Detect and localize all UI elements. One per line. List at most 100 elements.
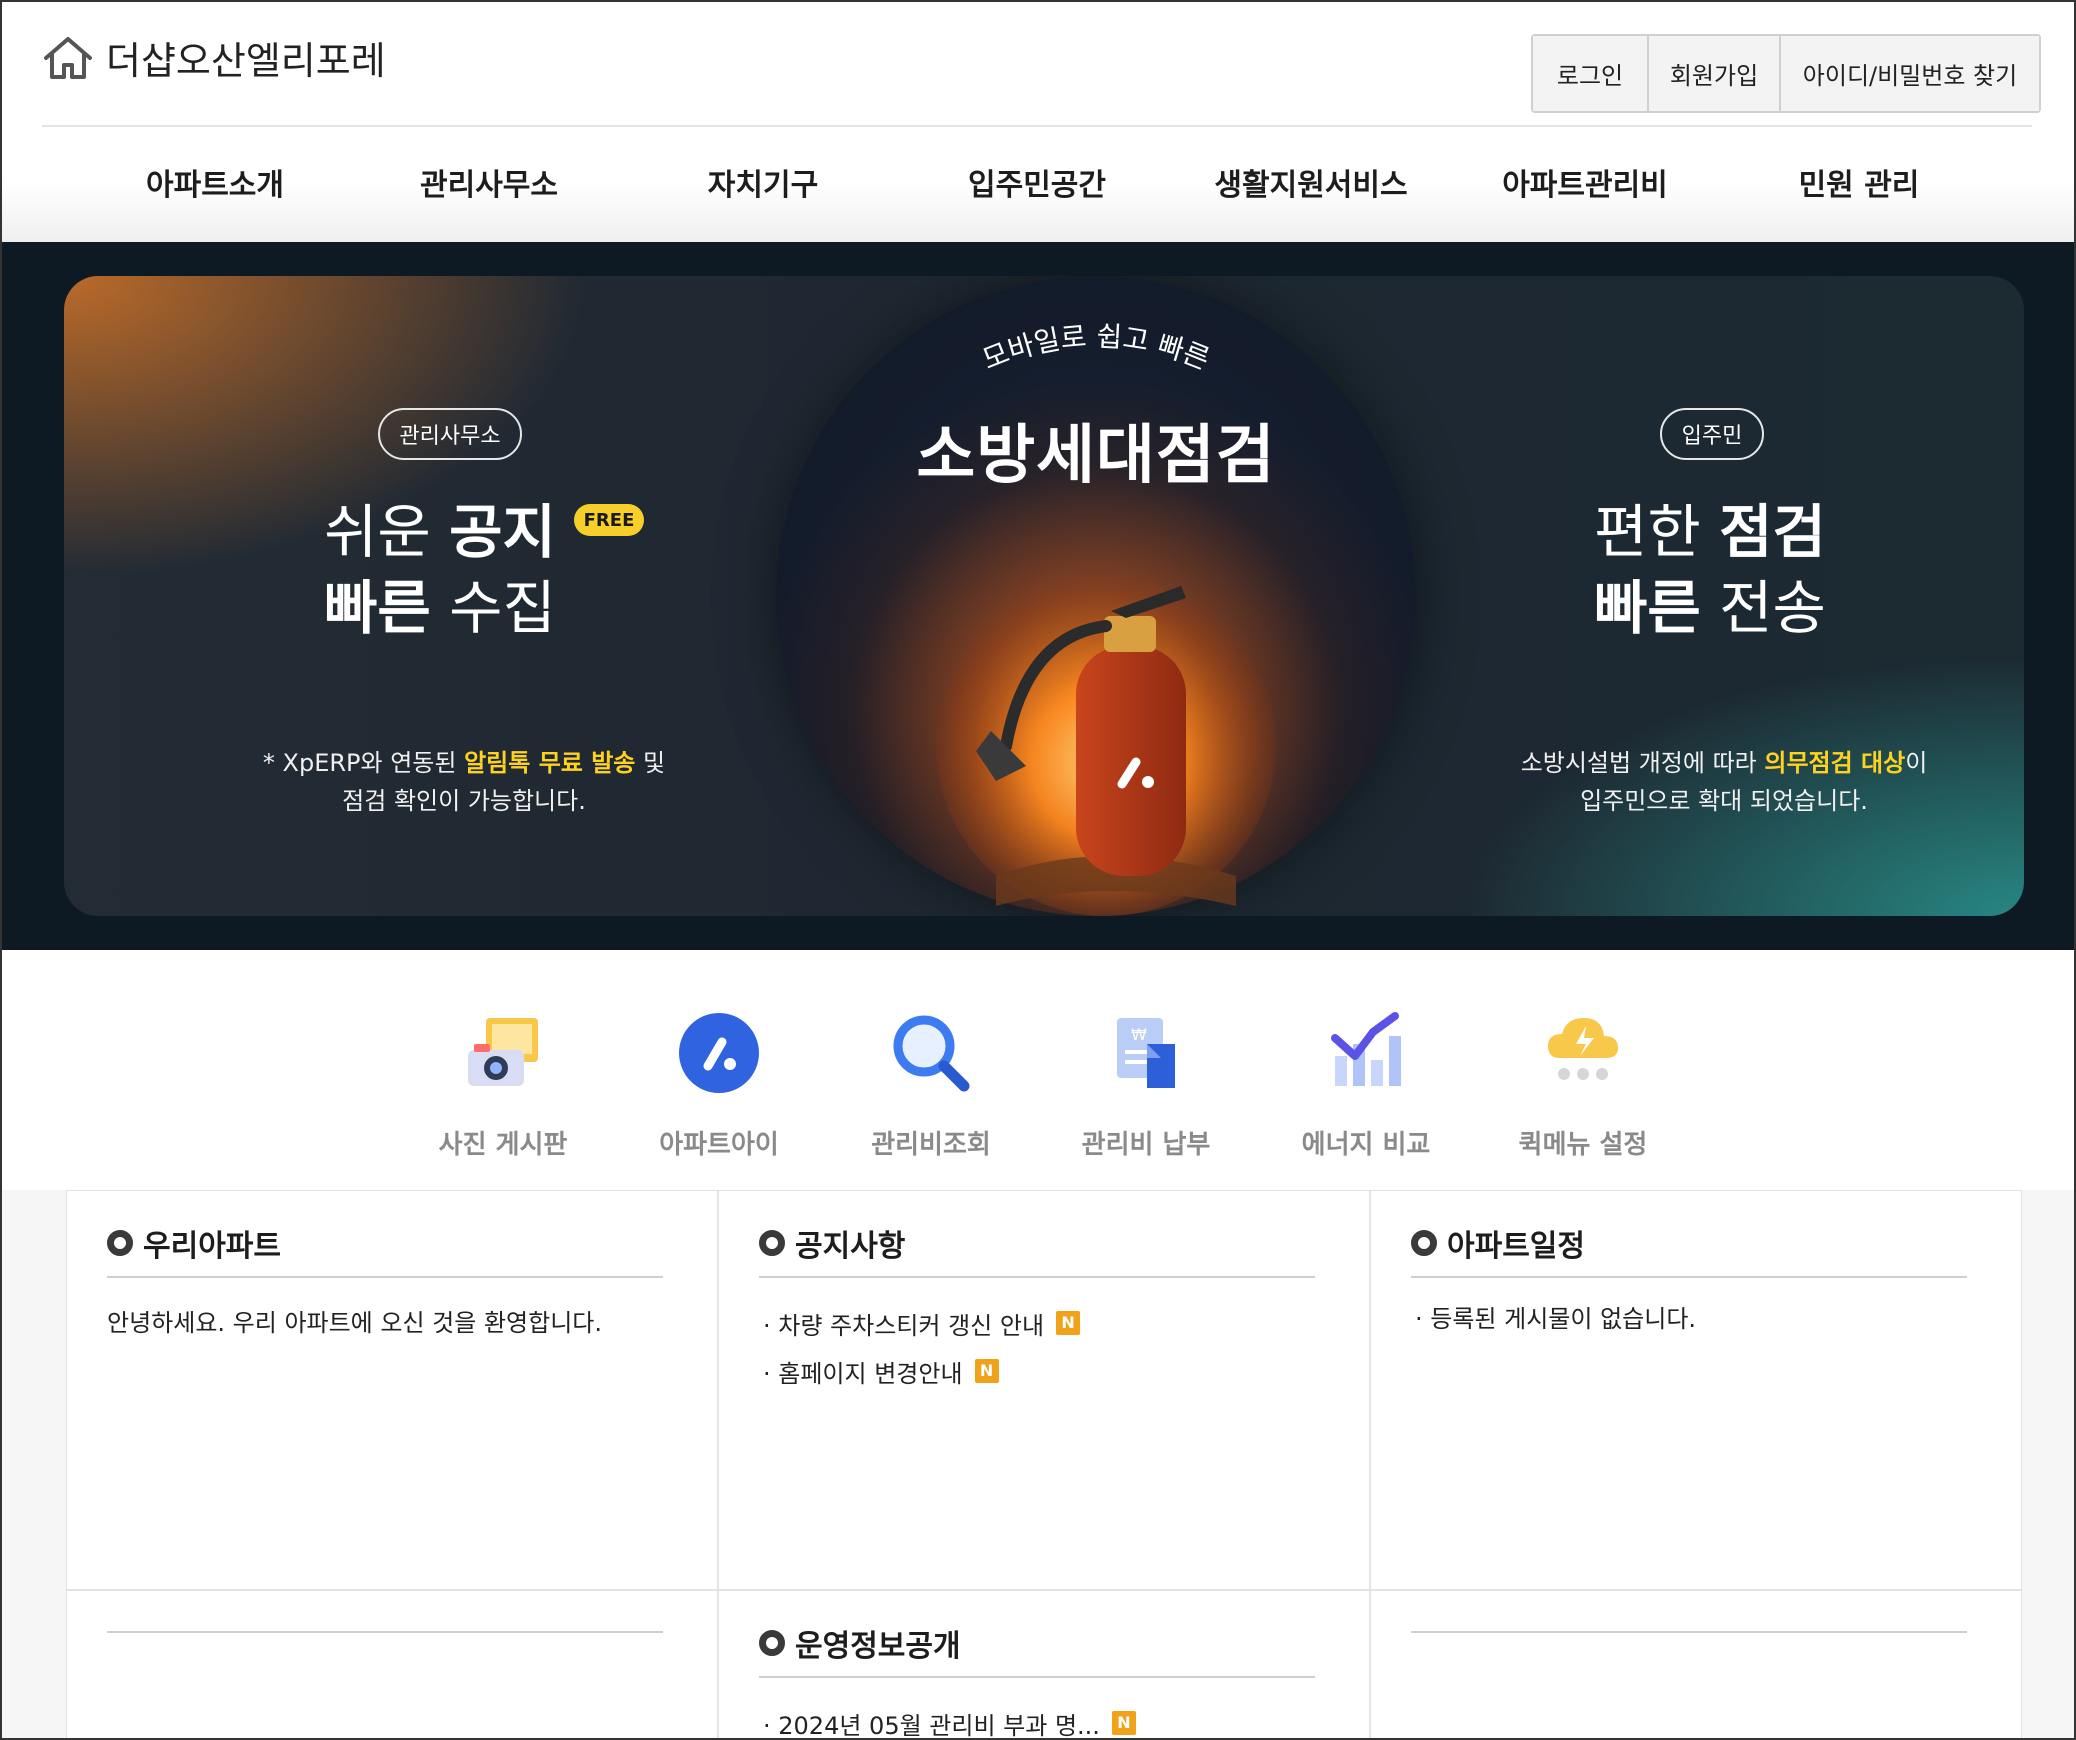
find-account-button[interactable]: 아이디/비밀번호 찾기: [1781, 36, 2039, 111]
left-description: * XpERP와 연동된 알림톡 무료 발송 및 점검 확인이 가능합니다.: [224, 744, 704, 820]
notice-item-text: · 차량 주차스티커 갱신 안내: [763, 1311, 1045, 1340]
quick-label: 사진 게시판: [438, 1130, 568, 1160]
notice-list: · 차량 주차스티커 갱신 안내 N · 홈페이지 변경안내 N: [763, 1299, 1081, 1395]
quick-fee-payment[interactable]: ₩ 관리비 납부: [1051, 1008, 1241, 1161]
left-headline-light-2: 수집: [430, 574, 556, 642]
new-badge: N: [974, 1359, 999, 1383]
login-button[interactable]: 로그인: [1533, 36, 1649, 111]
notice-item-text: · 홈페이지 변경안내: [763, 1359, 963, 1388]
left-headline-bold-2: 빠른: [324, 574, 431, 642]
left-desc-line2: 점검 확인이 가능합니다.: [342, 787, 586, 815]
hero-banner[interactable]: 관리사무소 쉬운 공지 빠른 수집 FREE * XpERP와 연동된 알림톡 …: [64, 276, 2024, 916]
quick-aptai[interactable]: 아파트아이: [624, 1008, 814, 1161]
right-headline-bold-2: 빠른: [1594, 574, 1701, 642]
office-pill: 관리사무소: [378, 408, 522, 460]
our-apt-title[interactable]: 우리아파트: [107, 1221, 281, 1265]
new-badge: N: [1111, 1711, 1136, 1735]
left-headline-bold-1: 공지: [449, 498, 556, 566]
center-title: 소방세대점검: [916, 419, 1276, 493]
panel-divider: [1411, 1276, 1967, 1278]
bottom-right-panel: [1370, 1590, 2022, 1740]
panel-divider: [759, 1676, 1315, 1678]
schedule-empty-text: · 등록된 게시물이 없습니다.: [1415, 1305, 1697, 1333]
auth-button-group: 로그인 회원가입 아이디/비밀번호 찾기: [1531, 34, 2041, 113]
signup-button[interactable]: 회원가입: [1649, 36, 1781, 111]
nav-item-apt-intro[interactable]: 아파트소개: [85, 150, 345, 222]
schedule-panel: 아파트일정 · 등록된 게시물이 없습니다.: [1370, 1190, 2022, 1590]
panel-divider: [107, 1276, 663, 1278]
new-badge: N: [1056, 1311, 1081, 1335]
bill-payment-icon: ₩: [1117, 1018, 1175, 1088]
disclosure-item-text: · 2024년 05월 관리비 부과 명...: [763, 1711, 1100, 1740]
right-desc-suffix: 이: [1905, 749, 1928, 777]
right-headline-bold-1: 점검: [1719, 498, 1826, 566]
cloud-settings-icon: [1548, 1018, 1618, 1080]
schedule-title[interactable]: 아파트일정: [1411, 1221, 1585, 1265]
nav-item-fees[interactable]: 아파트관리비: [1455, 150, 1715, 222]
panel-divider: [1411, 1631, 1967, 1633]
camera-photo-icon: [468, 1018, 538, 1086]
quick-menu: 사진 게시판 아파트아이 관리비조회 ₩ 관리비 납부 에너지 비교 퀵메뉴 설…: [0, 950, 2076, 1190]
nav-item-office[interactable]: 관리사무소: [359, 150, 619, 222]
left-desc-suffix: 및: [635, 749, 666, 777]
right-desc-highlight: 의무점검 대상: [1764, 749, 1906, 777]
quick-label: 관리비 납부: [1081, 1130, 1211, 1160]
disclosure-title-text: 운영정보공개: [795, 1629, 961, 1664]
quick-fee-lookup[interactable]: 관리비조회: [836, 1008, 1026, 1161]
site-logo[interactable]: 더샵오산엘리포레: [42, 30, 386, 85]
home-icon: [44, 36, 92, 79]
bullet-icon: [759, 1630, 785, 1656]
content-area: 우리아파트 안녕하세요. 우리 아파트에 오신 것을 환영합니다. 공지사항 ·…: [0, 1190, 2076, 1740]
right-desc-line2: 입주민으로 확대 되었습니다.: [1580, 787, 1868, 815]
right-headline-light-1: 편한: [1594, 498, 1720, 566]
right-desc-prefix: 소방시설법 개정에 따라: [1520, 749, 1765, 777]
bullet-icon: [1411, 1230, 1437, 1256]
svg-text:₩: ₩: [1131, 1025, 1147, 1044]
quick-label: 에너지 비교: [1301, 1130, 1431, 1160]
quick-label: 관리비조회: [871, 1130, 991, 1160]
quick-label: 퀵메뉴 설정: [1518, 1130, 1648, 1160]
center-circle: 모바일로 쉽고 빠른 소방세대점검: [776, 276, 1416, 916]
nav-item-residents[interactable]: 입주민공간: [907, 150, 1167, 222]
quick-menu-settings[interactable]: 퀵메뉴 설정: [1488, 1008, 1678, 1161]
our-apt-title-text: 우리아파트: [143, 1229, 281, 1264]
notice-panel: 공지사항 · 차량 주차스티커 갱신 안내 N · 홈페이지 변경안내 N: [718, 1190, 1370, 1590]
magnifier-icon: [893, 1015, 970, 1092]
bullet-icon: [759, 1230, 785, 1256]
bottom-left-panel: [66, 1590, 718, 1740]
quick-energy-compare[interactable]: 에너지 비교: [1271, 1008, 1461, 1161]
notice-title[interactable]: 공지사항: [759, 1221, 905, 1265]
right-description: 소방시설법 개정에 따라 의무점검 대상이 입주민으로 확대 되었습니다.: [1474, 744, 1974, 820]
svg-text:모바일로 쉽고 빠른: 모바일로 쉽고 빠른: [978, 320, 1214, 377]
header-divider: [42, 125, 2032, 127]
quick-label: 아파트아이: [659, 1130, 779, 1160]
nav-item-life-support[interactable]: 생활지원서비스: [1181, 150, 1441, 222]
resident-pill: 입주민: [1660, 408, 1764, 460]
right-headline: 편한 점검 빠른 전송: [1594, 494, 1854, 646]
aptai-logo-icon: [679, 1013, 759, 1093]
left-headline-light-1: 쉬운: [324, 498, 450, 566]
left-desc-prefix: * XpERP와 연동된: [262, 749, 465, 777]
site-title: 더샵오산엘리포레: [106, 39, 386, 83]
schedule-title-text: 아파트일정: [1447, 1229, 1585, 1264]
left-desc-highlight: 알림톡 무료 발송: [464, 749, 636, 777]
bullet-icon: [107, 1230, 133, 1256]
quick-photo-board[interactable]: 사진 게시판: [408, 1008, 598, 1161]
our-apt-panel: 우리아파트 안녕하세요. 우리 아파트에 오신 것을 환영합니다.: [66, 1190, 718, 1590]
notice-title-text: 공지사항: [795, 1229, 906, 1264]
main-nav: 아파트소개 관리사무소 자치기구 입주민공간 생활지원서비스 아파트관리비 민원…: [0, 150, 2076, 222]
list-item[interactable]: · 2024년 05월 관리비 부과 명... N: [763, 1699, 1136, 1740]
energy-chart-icon: [1331, 1012, 1401, 1086]
disclosure-title[interactable]: 운영정보공개: [759, 1621, 961, 1665]
list-item[interactable]: · 차량 주차스티커 갱신 안내 N: [763, 1299, 1081, 1347]
free-badge: FREE: [574, 504, 644, 536]
fire-extinguisher-icon: [936, 576, 1276, 916]
nav-item-council[interactable]: 자치기구: [633, 150, 893, 222]
disclosure-panel: 운영정보공개 · 2024년 05월 관리비 부과 명... N: [718, 1590, 1370, 1740]
nav-item-complaints[interactable]: 민원 관리: [1729, 150, 1989, 222]
panel-divider: [759, 1276, 1315, 1278]
our-apt-text: 안녕하세요. 우리 아파트에 오신 것을 환영합니다.: [107, 1309, 603, 1337]
hero-banner-section: 관리사무소 쉬운 공지 빠른 수집 FREE * XpERP와 연동된 알림톡 …: [0, 242, 2076, 950]
list-item[interactable]: · 홈페이지 변경안내 N: [763, 1347, 1080, 1395]
panel-divider: [107, 1631, 663, 1633]
